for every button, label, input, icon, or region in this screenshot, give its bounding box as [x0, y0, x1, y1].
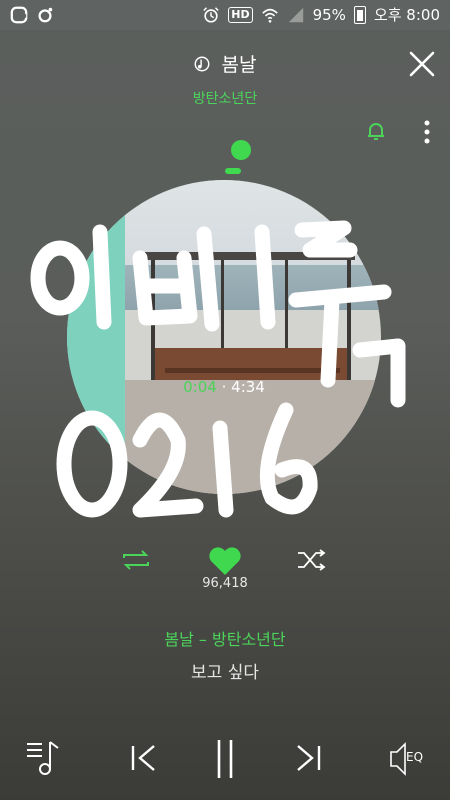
- previous-icon[interactable]: [128, 736, 158, 780]
- clock: 오후 8:00: [373, 6, 440, 24]
- time-separator: ·: [221, 378, 227, 396]
- hd-voice-icon: HD: [228, 6, 253, 23]
- playlist-icon[interactable]: [24, 736, 64, 780]
- app-g-icon: [10, 6, 28, 24]
- shuffle-icon[interactable]: [296, 549, 328, 571]
- now-playing-title: 봄날 – 방탄소년단: [164, 630, 286, 649]
- status-bar: HD 95% 오후 8:00: [0, 0, 450, 30]
- album-teal-band: [67, 180, 125, 494]
- progress-marker: [225, 168, 241, 174]
- eq-label: EQ: [406, 750, 424, 764]
- wifi-icon: [261, 8, 278, 23]
- battery-icon: [353, 5, 366, 24]
- album-ground: [125, 380, 381, 494]
- heart-icon[interactable]: [207, 545, 243, 577]
- like-count: 96,418: [202, 576, 248, 591]
- song-title-row: 봄날: [0, 50, 450, 77]
- bottom-controls: EQ: [0, 736, 450, 786]
- pause-icon[interactable]: [212, 736, 238, 780]
- repeat-icon[interactable]: [120, 548, 152, 572]
- album-art: [67, 180, 381, 494]
- close-icon[interactable]: [408, 50, 436, 78]
- status-left-icons: [10, 6, 54, 24]
- alarm-icon: [203, 6, 219, 23]
- album-art-disc[interactable]: 0:04 · 4:34: [67, 180, 381, 494]
- progress-knob[interactable]: [231, 140, 251, 160]
- playback-time: 0:04 · 4:34: [67, 378, 381, 396]
- equalizer-button[interactable]: EQ: [388, 736, 430, 780]
- bell-icon[interactable]: [364, 119, 388, 143]
- status-right-icons: HD 95% 오후 8:00: [202, 4, 440, 25]
- current-time: 0:04: [183, 378, 217, 396]
- playback-options-row: [0, 545, 450, 575]
- player-header: 봄날: [0, 44, 450, 84]
- equalizer-icon: [390, 742, 406, 776]
- next-icon[interactable]: [294, 736, 324, 780]
- total-time: 4:34: [231, 378, 265, 396]
- more-vertical-icon[interactable]: [422, 119, 432, 145]
- lyric-line[interactable]: 보고 싶다: [0, 658, 450, 683]
- artist-name[interactable]: 방탄소년단: [0, 88, 450, 108]
- song-title: 봄날: [221, 54, 257, 76]
- app-o-icon: [38, 7, 53, 23]
- battery-percent: 95%: [312, 5, 346, 24]
- music-note-icon: [195, 56, 210, 72]
- signal-icon: [288, 7, 303, 22]
